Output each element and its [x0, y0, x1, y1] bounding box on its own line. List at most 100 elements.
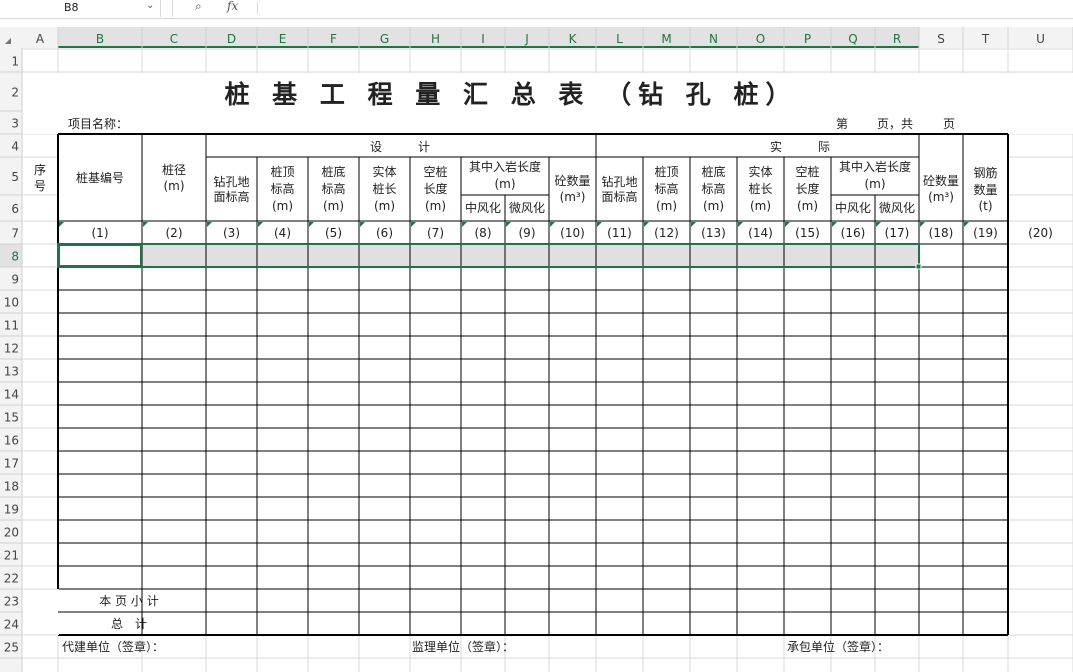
header-bottom-elevation: 标高 — [321, 181, 345, 196]
row-header-14[interactable]: 14 — [4, 388, 19, 402]
signature-supervisor: 监理单位（签章）： — [412, 639, 514, 654]
row-header-7[interactable]: 7 — [11, 227, 19, 241]
header-top-elevation: 标高 — [270, 181, 294, 196]
column-header-O[interactable]: O — [756, 32, 765, 46]
header-empty-length: 空桩 — [423, 164, 447, 179]
column-header-B[interactable]: B — [96, 32, 104, 46]
design-header: 设 计 — [370, 140, 430, 154]
row-header-2[interactable]: 2 — [11, 86, 19, 100]
active-cell-b8[interactable] — [58, 244, 142, 267]
header-slight-weathered: 微风化 — [509, 201, 545, 215]
row-header-25[interactable]: 25 — [4, 641, 19, 655]
header-seq: 号 — [34, 179, 46, 193]
column-header-U[interactable]: U — [1036, 32, 1045, 46]
row-header-6[interactable]: 6 — [11, 202, 19, 216]
row-header-8[interactable]: 8 — [11, 250, 19, 264]
row-header-22[interactable]: 22 — [4, 572, 19, 586]
column-number: (17) — [885, 226, 910, 240]
row-header-17[interactable]: 17 — [4, 457, 19, 471]
column-number: (15) — [795, 226, 820, 240]
row-header-23[interactable]: 23 — [4, 595, 19, 609]
column-header-I[interactable]: I — [481, 32, 485, 46]
row-header-1[interactable]: 1 — [11, 55, 19, 69]
column-header-L[interactable]: L — [616, 32, 623, 46]
row-header-20[interactable]: 20 — [4, 526, 19, 540]
column-header-A[interactable]: A — [36, 32, 45, 46]
row-header-19[interactable]: 19 — [4, 503, 19, 517]
column-header-S[interactable]: S — [937, 32, 945, 46]
selection-fill — [142, 244, 919, 267]
column-header-C[interactable]: C — [170, 32, 178, 46]
header-rock-depth: 其中入岩长度 — [839, 159, 911, 174]
column-header-label: J — [524, 32, 529, 46]
header-bottom-elevation: 桩底 — [321, 164, 345, 179]
column-header-F[interactable]: F — [330, 32, 337, 46]
column-header-Q[interactable]: Q — [848, 32, 857, 46]
column-header-R[interactable]: R — [893, 32, 901, 46]
row-header-13[interactable]: 13 — [4, 365, 19, 379]
header-concrete: (m³) — [560, 190, 586, 204]
column-header-label: F — [330, 32, 337, 46]
header-top-elevation: 桩顶 — [270, 164, 294, 179]
column-header-label: I — [481, 32, 485, 46]
header-slight-weathered: 微风化 — [879, 201, 915, 215]
header-top-elevation: 桩顶 — [654, 164, 678, 179]
column-number: (19) — [973, 226, 998, 240]
row-header-10[interactable]: 10 — [4, 296, 19, 310]
column-number: (1) — [92, 226, 109, 240]
header-empty-length: 长度 — [795, 181, 819, 196]
header-rebar: (t) — [978, 199, 992, 213]
cell-marker — [876, 222, 881, 227]
column-header-M[interactable]: M — [661, 32, 671, 46]
select-all-corner: ◢ — [5, 36, 12, 45]
column-number: (13) — [701, 226, 726, 240]
header-concrete: (m³) — [928, 190, 954, 204]
row-header-9[interactable]: 9 — [11, 273, 19, 287]
row-header-16[interactable]: 16 — [4, 434, 19, 448]
header-pile-no: 桩基编号 — [76, 170, 124, 185]
column-header-T[interactable]: T — [981, 32, 990, 46]
row-header-12[interactable]: 12 — [4, 342, 19, 356]
row-header-11[interactable]: 11 — [4, 319, 19, 333]
column-header-N[interactable]: N — [709, 32, 718, 46]
row-header-24[interactable]: 24 — [4, 618, 19, 632]
header-bottom-elevation: (m) — [703, 199, 724, 213]
row-header-3[interactable]: 3 — [11, 117, 19, 131]
column-header-label: Q — [848, 32, 857, 46]
row-header-18[interactable]: 18 — [4, 480, 19, 494]
spreadsheet-grid[interactable]: ◢ A B C D E F G H I J K L M N O P Q R S T U123456789101112131… — [0, 0, 1073, 672]
column-number: (20) — [1028, 226, 1053, 240]
column-header-E[interactable]: E — [279, 32, 287, 46]
header-ground-elevation: 面标高 — [601, 189, 637, 204]
column-header-P[interactable]: P — [804, 32, 811, 46]
column-number: (8) — [475, 226, 492, 240]
column-header-H[interactable]: H — [431, 32, 440, 46]
cell-marker — [644, 222, 649, 227]
page-label: 页，共 — [877, 117, 913, 131]
fill-handle[interactable] — [915, 263, 922, 270]
selected-columns-highlight — [58, 27, 919, 48]
column-header-J[interactable]: J — [524, 32, 529, 46]
header-solid-length: 桩长 — [748, 181, 772, 196]
row-header-5[interactable]: 5 — [11, 170, 19, 184]
header-bottom-elevation: 标高 — [701, 181, 725, 196]
column-header-G[interactable]: G — [380, 32, 389, 46]
cell-marker — [738, 222, 743, 227]
column-header-D[interactable]: D — [227, 32, 236, 46]
row-header-15[interactable]: 15 — [4, 411, 19, 425]
cell-marker — [506, 222, 511, 227]
row-header-4[interactable]: 4 — [11, 140, 19, 154]
column-number: (16) — [841, 226, 866, 240]
cell-marker — [964, 222, 969, 227]
column-header-label: D — [227, 32, 236, 46]
cell-marker — [832, 222, 837, 227]
column-header-label: H — [431, 32, 440, 46]
header-concrete: 砼数量 — [923, 173, 959, 188]
column-header-K[interactable]: K — [569, 32, 578, 46]
column-number: (11) — [607, 226, 632, 240]
header-rock-depth: (m) — [864, 177, 885, 191]
cell-marker — [258, 222, 263, 227]
row-header-21[interactable]: 21 — [4, 549, 19, 563]
column-header-label: U — [1036, 32, 1045, 46]
header-ground-elevation: 面标高 — [213, 189, 249, 204]
